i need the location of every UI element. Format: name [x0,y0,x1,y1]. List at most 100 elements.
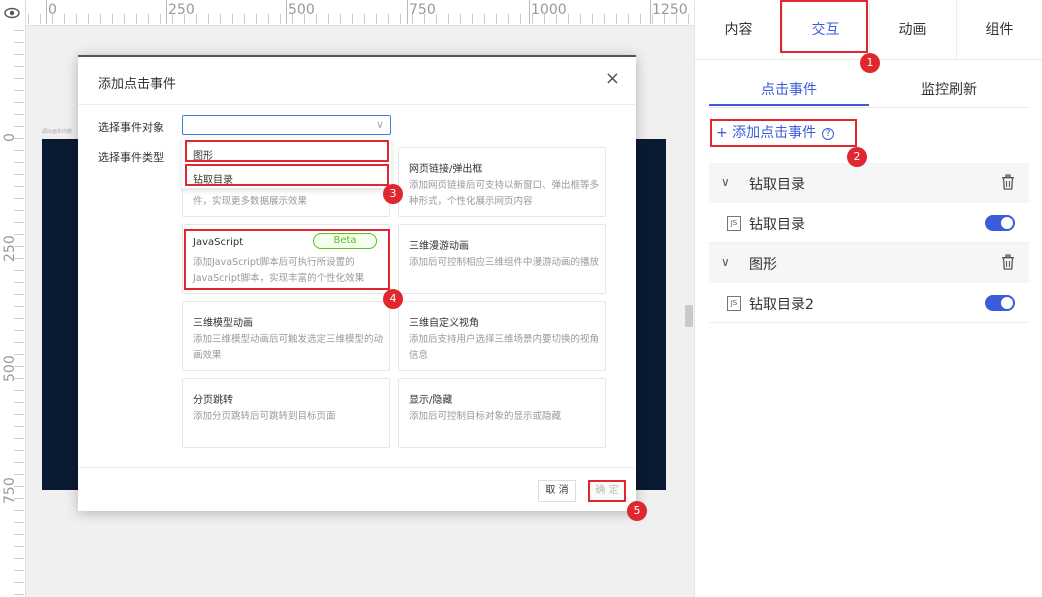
ruler-minor-tick [376,14,377,24]
tab-components[interactable]: 组件 [956,0,1042,60]
group-label: 图形 [749,257,777,273]
ruler-minor-tick [14,66,24,67]
event-target-select[interactable]: ∨ [182,115,391,135]
ruler-tick [166,0,167,24]
ruler-tick [650,0,651,24]
card-title: 三维漫游动画 [409,241,469,252]
ruler-minor-tick [14,438,24,439]
ruler-minor-tick [412,14,413,24]
card-description: 添加分页跳转后可跳转到目标页面 [193,411,336,422]
ruler-minor-tick [64,14,65,24]
ruler-minor-tick [14,162,24,163]
scrollbar-handle[interactable] [685,305,693,327]
event-type-card-3d-view[interactable]: 三维自定义视角 添加后支持用户选择三维场景内要切换的视角信息 [398,301,606,371]
card-description: 添加后可控制相应三维组件中漫游动画的播放 [409,257,600,268]
add-click-event-button[interactable]: + 添加点击事件? [710,119,857,147]
ruler-tick [529,0,530,24]
sub-tab-click-events[interactable]: 点击事件 [709,74,869,106]
card-title: 网页链接/弹出框 [409,164,483,175]
ruler-minor-tick [14,282,24,283]
ruler-minor-tick [14,54,24,55]
ruler-minor-tick [14,546,24,547]
event-enabled-toggle[interactable] [985,215,1015,231]
event-item[interactable]: JS 钻取目录 [709,203,1029,243]
group-label: 钻取目录 [749,177,805,193]
trash-icon[interactable] [1001,254,1015,270]
dropdown-option-shape[interactable]: 图形 [185,140,389,162]
ruler-minor-tick [14,510,24,511]
javascript-card-highlight [184,229,390,290]
ruler-minor-tick [328,14,329,24]
tab-content[interactable]: 内容 [695,0,782,60]
ruler-label: 1000 [531,2,567,18]
toggle-knob [1001,217,1013,229]
event-group-drill-catalog[interactable]: ∨ 钻取目录 [709,163,1029,203]
event-type-card-3d-roam[interactable]: 三维漫游动画 添加后可控制相应三维组件中漫游动画的播放 [398,224,606,294]
dropdown-option-drill-catalog[interactable]: 钻取目录 [185,164,389,186]
ruler-minor-tick [14,42,24,43]
ruler-minor-tick [14,462,24,463]
ruler-minor-tick [292,14,293,24]
event-type-card-page-jump[interactable]: 分页跳转 添加分页跳转后可跳转到目标页面 [182,378,390,448]
ruler-minor-tick [14,354,24,355]
ruler-minor-tick [14,498,24,499]
ruler-minor-tick [14,342,24,343]
card-title: 三维模型动画 [193,318,253,329]
ruler-minor-tick [244,14,245,24]
sub-tab-monitor-refresh[interactable]: 监控刷新 [869,74,1029,106]
ruler-minor-tick [532,14,533,24]
ruler-minor-tick [14,594,24,595]
trash-icon[interactable] [1001,174,1015,190]
ruler-minor-tick [604,14,605,24]
cancel-button[interactable]: 取 消 [538,480,576,502]
dialog-title: 添加点击事件 [98,77,177,92]
close-icon[interactable]: × [605,70,620,88]
card-description: 件，实现更多数据展示效果 [193,196,308,207]
eye-icon[interactable] [4,6,20,20]
canvas-caption: 调出画布内数 [42,129,73,135]
event-type-card-web-link[interactable]: 网页链接/弹出框 添加网页链接后可支持以新窗口、弹出框等多种形式，个性化展示网页… [398,147,606,217]
card-title: 分页跳转 [193,395,233,406]
step-badge-2: 2 [847,147,867,167]
confirm-button[interactable]: 确 定 [588,480,626,502]
ruler-minor-tick [160,14,161,24]
js-file-icon: JS [727,296,741,311]
tab-animation[interactable]: 动画 [869,0,956,60]
event-group-shape[interactable]: ∨ 图形 [709,243,1029,283]
ruler-label: 750 [2,477,18,504]
ruler-minor-tick [14,318,24,319]
step-badge-4: 4 [383,289,403,309]
ruler-minor-tick [196,14,197,24]
add-click-event-dialog: 添加点击事件 × 选择事件对象 ∨ 选择事件类型 件，实现更多数据展示效果 网页… [78,55,636,511]
event-type-label: 选择事件类型 [98,151,164,164]
event-sub-tabs: 点击事件 监控刷新 [709,74,1029,108]
ruler-minor-tick [220,14,221,24]
ruler-minor-tick [14,390,24,391]
event-item[interactable]: JS 钻取目录2 [709,283,1029,323]
ruler-minor-tick [400,14,401,24]
card-description: 添加三维模型动画后可触发选定三维模型的动画效果 [193,334,384,361]
event-type-card-3d-model[interactable]: 三维模型动画 添加三维模型动画后可触发选定三维模型的动画效果 [182,301,390,371]
ruler-minor-tick [88,14,89,24]
ruler-minor-tick [14,426,24,427]
ruler-minor-tick [14,378,24,379]
help-icon[interactable]: ? [822,128,835,140]
interaction-tab-highlight [780,0,868,53]
event-enabled-toggle[interactable] [985,295,1015,311]
ruler-minor-tick [352,14,353,24]
vertical-ruler: 0 250 500 750 [0,0,26,597]
ruler-label: 750 [409,2,436,18]
ruler-minor-tick [14,534,24,535]
event-type-card-show-hide[interactable]: 显示/隐藏 添加后可控制目标对象的显示或隐藏 [398,378,606,448]
ruler-minor-tick [148,14,149,24]
ruler-minor-tick [112,14,113,24]
ruler-minor-tick [676,14,677,24]
ruler-minor-tick [124,14,125,24]
ruler-minor-tick [52,14,53,24]
ruler-minor-tick [14,294,24,295]
ruler-label: 1250 [652,2,688,18]
add-click-event-label: + 添加点击事件 [716,125,817,141]
ruler-minor-tick [100,14,101,24]
ruler-minor-tick [340,14,341,24]
ruler-minor-tick [688,14,689,24]
